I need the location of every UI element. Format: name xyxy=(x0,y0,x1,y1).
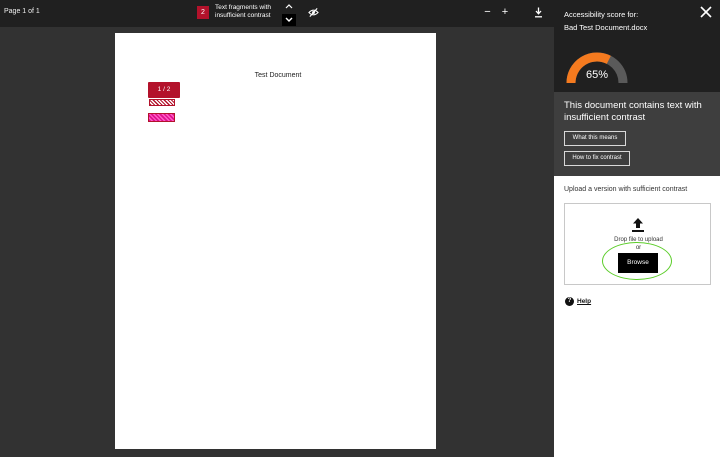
issue-label: Text fragments with insufficient contras… xyxy=(215,4,271,19)
score-heading: Accessibility score for: xyxy=(564,10,639,19)
issue-marker-tag[interactable]: 1 / 2 xyxy=(148,82,180,98)
app-root: Page 1 of 1 2 Text fragments with insuff… xyxy=(0,0,720,457)
file-name: Bad Test Document.docx xyxy=(564,23,648,32)
document-title: Test Document xyxy=(254,72,302,79)
document-page: Test Document 1 / 2 xyxy=(115,33,436,449)
or-text: or xyxy=(635,245,642,251)
issue-headline: This document contains text with insuffi… xyxy=(564,100,702,123)
browse-button[interactable]: Browse xyxy=(618,253,658,273)
help-icon: ? xyxy=(565,297,574,306)
close-icon[interactable] xyxy=(700,6,712,18)
accessibility-sidebar: Accessibility score for: Bad Test Docume… xyxy=(554,0,720,457)
low-contrast-fragment[interactable] xyxy=(149,99,175,106)
upload-icon xyxy=(632,218,644,232)
chevron-up-icon xyxy=(285,4,293,9)
help-link[interactable]: ? Help xyxy=(565,297,591,306)
file-drop-zone[interactable]: Drop file to upload or Browse xyxy=(564,203,711,285)
previous-issue-button[interactable] xyxy=(282,0,296,12)
issue-count-badge: 2 xyxy=(197,6,209,19)
help-label: Help xyxy=(577,298,592,305)
upload-label: Upload a version with sufficient contras… xyxy=(564,186,688,193)
viewer-toolbar: Page 1 of 1 2 Text fragments with insuff… xyxy=(0,0,554,27)
drop-text: Drop file to upload xyxy=(614,237,663,243)
zoom-out-button[interactable]: − xyxy=(483,5,492,19)
what-this-means-button[interactable]: What this means xyxy=(564,131,626,146)
next-issue-button[interactable] xyxy=(282,14,296,26)
score-value: 65% xyxy=(585,69,609,81)
chevron-down-icon xyxy=(285,17,293,22)
score-panel: Accessibility score for: Bad Test Docume… xyxy=(554,0,720,176)
page-indicator: Page 1 of 1 xyxy=(4,8,40,15)
zoom-in-button[interactable]: + xyxy=(500,5,510,19)
how-to-fix-button[interactable]: How to fix contrast xyxy=(564,151,630,166)
eye-off-icon[interactable] xyxy=(308,7,319,18)
document-viewer: Page 1 of 1 2 Text fragments with insuff… xyxy=(0,0,554,457)
low-contrast-fragment[interactable] xyxy=(148,113,175,122)
download-icon[interactable] xyxy=(534,7,543,18)
